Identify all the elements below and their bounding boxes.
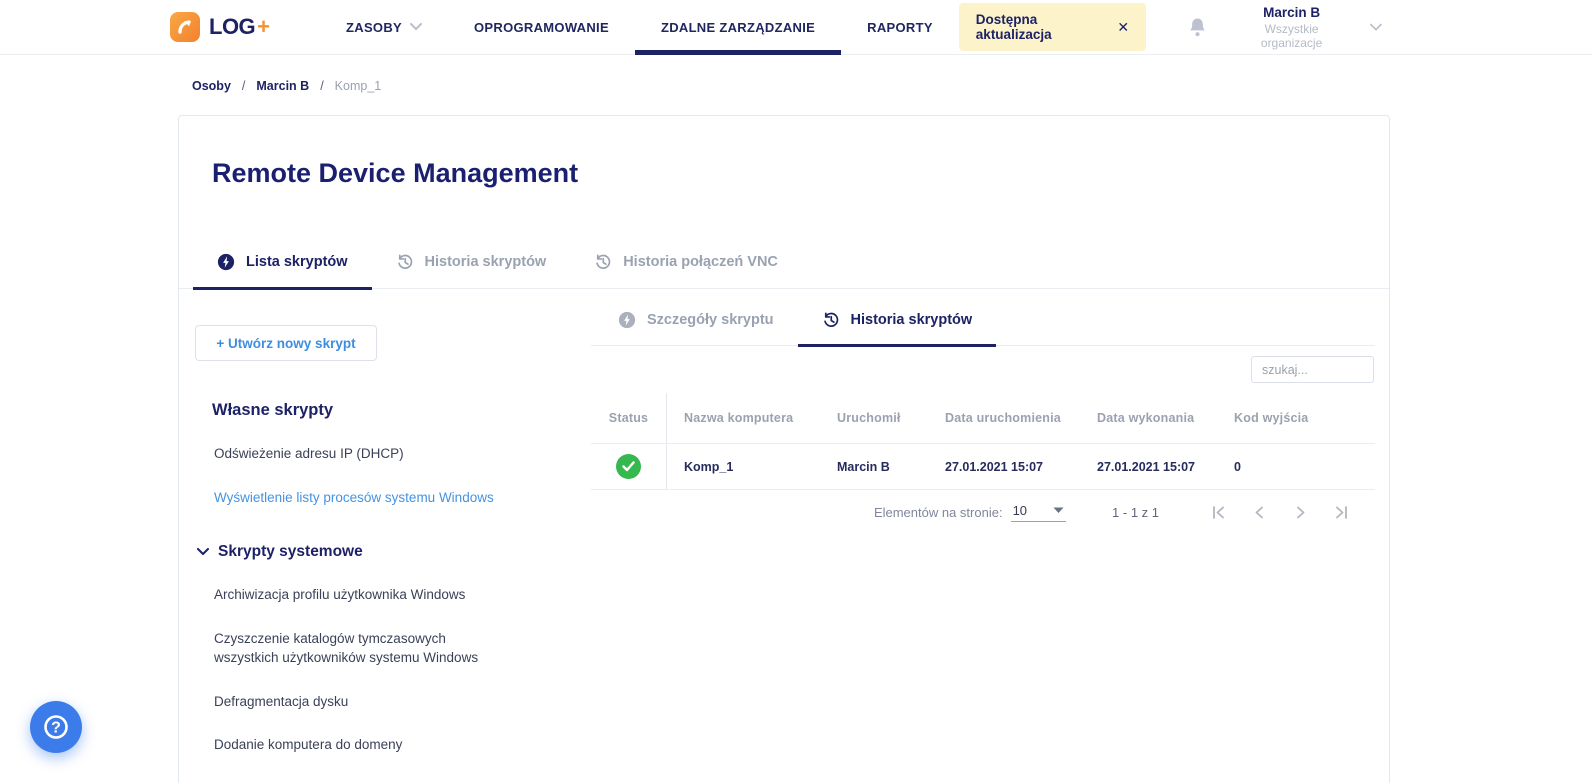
column-header-uruchomil: Uruchomił — [820, 411, 928, 425]
search-input[interactable] — [1251, 356, 1374, 383]
top-bar: LOG+ ZASOBY OPROGRAMOWANIE ZDALNE ZARZĄD… — [0, 0, 1592, 55]
column-header-data-uruchomienia: Data uruchomienia — [928, 411, 1080, 425]
pager-controls — [1211, 505, 1375, 520]
create-script-button[interactable]: + Utwórz nowy skrypt — [195, 325, 377, 361]
remote-device-management-card: Remote Device Management Lista skryptów … — [178, 115, 1390, 783]
last-page-icon[interactable] — [1334, 505, 1349, 520]
script-item-archiwizacja-profilu[interactable]: Archiwizacja profilu użytkownika Windows — [214, 585, 494, 605]
column-header-status: Status — [591, 393, 667, 443]
nav-item-zdalne-zarzadzanie[interactable]: ZDALNE ZARZĄDZANIE — [635, 0, 841, 55]
next-page-icon[interactable] — [1293, 505, 1308, 520]
script-item-odinstalowanie-oprogramowania[interactable]: Odinstalowanie wybranego oprogramowania — [214, 779, 494, 783]
pagination: Elementów na stronie: 10 1 - 1 z 1 — [591, 503, 1375, 522]
caret-down-icon — [1053, 507, 1064, 514]
script-item-wyswietlenie-listy-procesow[interactable]: Wyświetlenie listy procesów systemu Wind… — [214, 488, 494, 508]
tab-label: Historia skryptów — [425, 254, 547, 270]
tab-historia-polaczen-vnc[interactable]: Historia połączeń VNC — [570, 253, 802, 288]
own-scripts-heading: Własne skrypty — [212, 401, 591, 420]
breadcrumb-komp-1: Komp_1 — [335, 79, 382, 93]
breadcrumb-osoby[interactable]: Osoby — [192, 79, 231, 93]
column-header-nazwa-komputera: Nazwa komputera — [667, 411, 820, 425]
tab-lista-skryptow[interactable]: Lista skryptów — [193, 253, 372, 288]
update-banner: Dostępna aktualizacja ✕ — [959, 3, 1146, 51]
main-nav: ZASOBY OPROGRAMOWANIE ZDALNE ZARZĄDZANIE… — [320, 0, 959, 55]
nav-label: ZASOBY — [346, 20, 402, 35]
history-icon — [822, 311, 840, 329]
update-banner-label: Dostępna aktualizacja — [976, 12, 1096, 42]
column-header-data-wykonania: Data wykonania — [1080, 411, 1217, 425]
nav-label: RAPORTY — [867, 20, 933, 35]
nav-item-oprogramowanie[interactable]: OPROGRAMOWANIE — [448, 0, 635, 55]
chevron-down-icon — [1370, 23, 1382, 32]
system-scripts-group-toggle[interactable]: Skrypty systemowe — [197, 543, 591, 561]
main-tab-bar: Lista skryptów Historia skryptów Histori… — [179, 253, 1389, 289]
chevron-down-icon — [197, 548, 209, 556]
scripts-panel: + Utwórz nowy skrypt Własne skrypty Odśw… — [193, 289, 591, 783]
script-history-table: Status Nazwa komputera Uruchomił Data ur… — [591, 393, 1375, 490]
script-item-odswiezenie-adresu-ip[interactable]: Odświeżenie adresu IP (DHCP) — [214, 444, 494, 464]
tab-historia-skryptow-detail[interactable]: Historia skryptów — [798, 311, 997, 345]
user-menu[interactable]: Marcin B Wszystkie organizacje — [1241, 5, 1382, 50]
close-icon[interactable]: ✕ — [1117, 19, 1129, 36]
start-date-cell: 27.01.2021 15:07 — [928, 460, 1080, 474]
exec-date-cell: 27.01.2021 15:07 — [1080, 460, 1217, 474]
script-item-defragmentacja-dysku[interactable]: Defragmentacja dysku — [214, 692, 494, 712]
lightning-circle-icon — [618, 311, 636, 329]
user-organization: Wszystkie organizacje — [1241, 22, 1342, 50]
logo-text: LOG+ — [209, 14, 270, 40]
system-scripts-heading: Skrypty systemowe — [218, 543, 363, 561]
previous-page-icon[interactable] — [1252, 505, 1267, 520]
history-icon — [594, 253, 612, 271]
breadcrumb-separator: / — [242, 79, 245, 93]
tab-label: Lista skryptów — [246, 254, 348, 270]
history-icon — [396, 253, 414, 271]
detail-tab-bar: Szczegóły skryptu Historia skryptów — [591, 311, 1375, 346]
items-per-page-select[interactable]: 10 — [1011, 503, 1066, 522]
content-area: + Utwórz nowy skrypt Własne skrypty Odśw… — [179, 289, 1389, 783]
exit-code-cell: 0 — [1217, 460, 1375, 474]
tab-label: Historia połączeń VNC — [623, 254, 778, 270]
table-row[interactable]: Komp_1 Marcin B 27.01.2021 15:07 27.01.2… — [591, 443, 1375, 490]
breadcrumb-marcin-b[interactable]: Marcin B — [256, 79, 309, 93]
script-item-czyszczenie-katalogow[interactable]: Czyszczenie katalogów tymczasowych wszys… — [214, 629, 494, 668]
logo-icon — [170, 12, 200, 42]
lightning-circle-icon — [217, 253, 235, 271]
help-button[interactable]: ? — [30, 701, 82, 753]
script-item-dodanie-komputera[interactable]: Dodanie komputera do domeny — [214, 735, 494, 755]
tab-szczegoly-skryptu[interactable]: Szczegóły skryptu — [594, 311, 798, 345]
first-page-icon[interactable] — [1211, 505, 1226, 520]
question-mark-icon: ? — [41, 712, 71, 742]
success-status-icon — [616, 454, 641, 479]
top-bar-right: Dostępna aktualizacja ✕ Marcin B Wszystk… — [959, 3, 1382, 51]
status-cell — [591, 444, 667, 489]
nav-item-raporty[interactable]: RAPORTY — [841, 0, 959, 55]
nav-item-zasoby[interactable]: ZASOBY — [320, 0, 448, 55]
breadcrumb: Osoby / Marcin B / Komp_1 — [192, 79, 1592, 93]
nav-label: OPROGRAMOWANIE — [474, 20, 609, 35]
tab-historia-skryptow[interactable]: Historia skryptów — [372, 253, 571, 288]
user-name: Marcin B — [1241, 5, 1342, 20]
computer-name-cell: Komp_1 — [667, 460, 820, 474]
script-detail-panel: Szczegóły skryptu Historia skryptów Stat… — [591, 289, 1375, 783]
items-per-page-label: Elementów na stronie: — [874, 505, 1003, 520]
column-header-kod-wyjscia: Kod wyjścia — [1217, 411, 1375, 425]
breadcrumb-separator: / — [320, 79, 323, 93]
chevron-down-icon — [410, 23, 422, 31]
pagination-range: 1 - 1 z 1 — [1112, 505, 1159, 520]
items-per-page-value: 10 — [1013, 503, 1027, 518]
svg-text:?: ? — [51, 720, 61, 737]
tab-label: Szczegóły skryptu — [647, 312, 774, 328]
page-title: Remote Device Management — [212, 158, 1389, 189]
notifications-bell-icon[interactable] — [1188, 17, 1207, 38]
app-logo[interactable]: LOG+ — [170, 12, 270, 42]
table-header-row: Status Nazwa komputera Uruchomił Data ur… — [591, 393, 1375, 443]
tab-label: Historia skryptów — [851, 312, 973, 328]
user-info: Marcin B Wszystkie organizacje — [1241, 5, 1342, 50]
search-row — [591, 346, 1375, 393]
nav-label: ZDALNE ZARZĄDZANIE — [661, 20, 815, 35]
run-by-cell: Marcin B — [820, 460, 928, 474]
